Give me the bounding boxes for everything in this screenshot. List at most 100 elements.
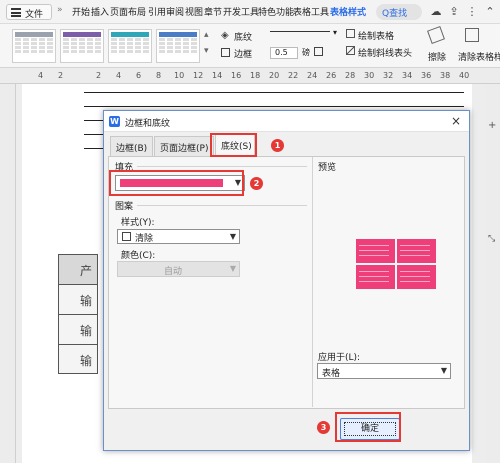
- erase-label[interactable]: 擦除: [428, 50, 446, 63]
- ruler-tick: 20: [269, 71, 280, 80]
- menu-item-home[interactable]: 开始: [72, 5, 90, 18]
- annotation-box-ok: [335, 412, 401, 442]
- ribbon-toolbar: ▴ ▾ ◈ 底纹 边框 ▾ 0.5 磅 绘制表格 绘制斜线表头 擦除 清除表格样: [0, 24, 500, 68]
- ruler-tick: 26: [326, 71, 337, 80]
- borders-shading-dialog: W 边框和底纹 × 边框(B) 页面边框(P) 底纹(S) 填充 图案 样式(Y…: [103, 110, 470, 451]
- ruler-tick: 28: [345, 71, 356, 80]
- menu-item-insert[interactable]: 插入: [91, 5, 109, 18]
- shading-icon[interactable]: ◈: [221, 30, 229, 41]
- apply-to-label: 应用于(L):: [318, 353, 361, 363]
- cloud-icon[interactable]: ☁: [430, 6, 442, 18]
- table-cell[interactable]: 输: [58, 314, 98, 344]
- pattern-color-dropdown: 自动 ▼: [117, 261, 240, 277]
- table-border-line: [84, 92, 464, 93]
- table-style-swatch-teal[interactable]: [108, 29, 152, 63]
- table-style-swatch-blue[interactable]: [156, 29, 200, 63]
- menu-bar: 文件 » 开始 插入 页面布局 引用 审阅 视图 章节 开发工具 特色功能 表格…: [0, 0, 500, 24]
- table-cell[interactable]: 输: [58, 344, 98, 374]
- ruler-tick: 10: [174, 71, 185, 80]
- collapse-icon[interactable]: ⌃: [484, 6, 496, 18]
- menu-item-table-tools[interactable]: 表格工具: [293, 5, 329, 18]
- resize-handle-icon[interactable]: ⤡: [488, 234, 495, 244]
- ruler-tick: 22: [288, 71, 299, 80]
- document-table[interactable]: 产 输 输 输: [58, 254, 98, 374]
- line-style-dropdown-icon[interactable]: ▾: [333, 28, 337, 37]
- apply-to-dropdown[interactable]: 表格 ▼: [317, 363, 451, 379]
- table-cell[interactable]: 产: [58, 254, 98, 284]
- ruler-tick: 4: [116, 71, 122, 80]
- ruler-tick: 34: [402, 71, 413, 80]
- table-border-line: [84, 106, 464, 107]
- menu-item-chapter[interactable]: 章节: [204, 5, 222, 18]
- apply-to-value: 表格: [322, 369, 341, 379]
- hamburger-icon: [11, 8, 21, 17]
- clear-style-icon[interactable]: [465, 28, 479, 42]
- shading-label[interactable]: 底纹: [234, 30, 252, 43]
- ruler-tick: 30: [364, 71, 375, 80]
- ruler-tick: 14: [212, 71, 223, 80]
- zoom-plus-icon[interactable]: +: [488, 120, 496, 131]
- close-icon[interactable]: ×: [449, 114, 463, 128]
- shading-preview: [356, 239, 436, 289]
- pattern-color-value: 自动: [163, 267, 182, 277]
- ruler-tick: 36: [421, 71, 432, 80]
- line-width-field[interactable]: 0.5: [270, 47, 298, 59]
- draw-diagonal-label[interactable]: 绘制斜线表头: [358, 46, 412, 59]
- border-label[interactable]: 边框: [234, 47, 252, 60]
- tab-borders[interactable]: 边框(B): [110, 136, 154, 156]
- ruler-tick: 4: [38, 71, 44, 80]
- pattern-style-dropdown[interactable]: 清除 ▼: [117, 229, 240, 244]
- menu-item-review[interactable]: 审阅: [166, 5, 184, 18]
- share-icon[interactable]: ⇪: [448, 6, 460, 18]
- border-icon[interactable]: [221, 48, 230, 57]
- annotation-badge-3: 3: [317, 421, 330, 434]
- search-box[interactable]: Q查找: [376, 4, 422, 20]
- ruler-tick: 6: [136, 71, 142, 80]
- border-color-icon[interactable]: [314, 47, 323, 56]
- table-cell[interactable]: 输: [58, 284, 98, 314]
- styles-more-icon[interactable]: ▾: [204, 46, 209, 56]
- ruler-tick: 32: [383, 71, 394, 80]
- panel-divider: [312, 157, 313, 407]
- pattern-group-label: 图案: [115, 202, 134, 212]
- style-label: 样式(Y):: [121, 218, 155, 228]
- menu-item-page-layout[interactable]: 页面布局: [110, 5, 146, 18]
- styles-scroll-icon[interactable]: ▴: [204, 30, 209, 40]
- line-style-preview[interactable]: [270, 31, 330, 32]
- dialog-titlebar[interactable]: W 边框和底纹 ×: [104, 111, 469, 132]
- ruler-tick: 16: [231, 71, 242, 80]
- annotation-box-shading-tab: [210, 133, 257, 157]
- pattern-group-rule: [137, 205, 307, 206]
- annotation-badge-1: 1: [271, 139, 284, 152]
- dropdown-arrow-icon: ▼: [229, 264, 236, 273]
- more-tabs-chevron[interactable]: »: [57, 5, 63, 15]
- draw-diagonal-icon[interactable]: [346, 46, 355, 55]
- menu-item-table-style[interactable]: 表格样式: [330, 5, 366, 18]
- preview-label: 预览: [318, 163, 337, 173]
- table-style-swatch-gray[interactable]: [12, 29, 56, 63]
- clear-style-label[interactable]: 清除表格样: [458, 50, 500, 63]
- table-style-swatch-purple[interactable]: [60, 29, 104, 63]
- line-width-unit: 磅: [302, 48, 310, 57]
- file-menu-button[interactable]: 文件: [6, 4, 52, 20]
- vertical-scrollbar[interactable]: + ⤡: [486, 84, 500, 463]
- annotation-box-fill-color: [109, 170, 244, 196]
- ruler-tick: 8: [156, 71, 162, 80]
- draw-table-label[interactable]: 绘制表格: [358, 29, 394, 42]
- ruler-tick: 24: [307, 71, 318, 80]
- menu-item-developer[interactable]: 开发工具: [223, 5, 259, 18]
- eraser-icon[interactable]: [427, 26, 445, 44]
- fill-group-rule: [137, 166, 307, 167]
- app-icon: W: [109, 116, 120, 127]
- draw-table-icon[interactable]: [346, 29, 355, 38]
- more-icon[interactable]: ⋮: [466, 6, 478, 18]
- tab-page-border[interactable]: 页面边框(P): [154, 136, 215, 156]
- ruler-tick: 2: [58, 71, 64, 80]
- menu-item-references[interactable]: 引用: [148, 5, 166, 18]
- color-label: 颜色(C):: [121, 251, 156, 261]
- menu-item-view[interactable]: 视图: [185, 5, 203, 18]
- ruler-tick: 40: [459, 71, 470, 80]
- ruler-tick: 38: [440, 71, 451, 80]
- ruler-tick: 2: [96, 71, 102, 80]
- menu-item-features[interactable]: 特色功能: [258, 5, 294, 18]
